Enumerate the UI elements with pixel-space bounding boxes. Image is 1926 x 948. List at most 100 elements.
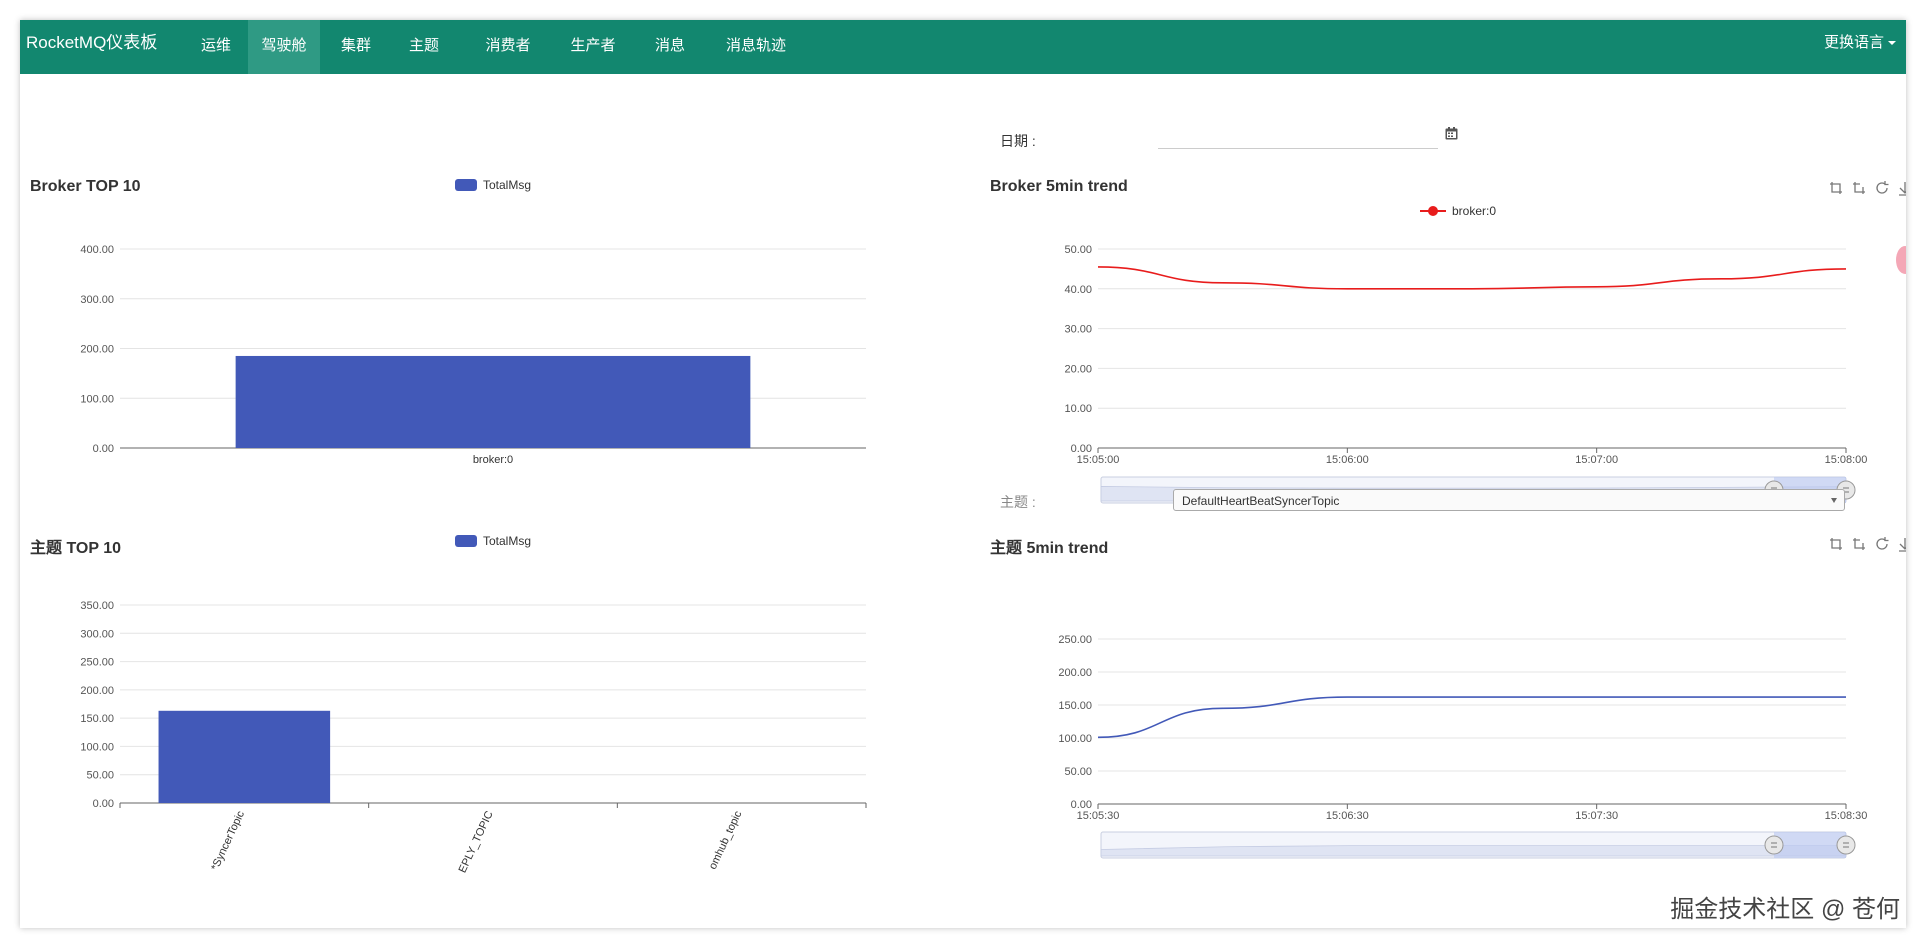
nav-item-producer[interactable]: 生产者 xyxy=(553,20,633,74)
x-tick-label: 15:05:00 xyxy=(1077,454,1120,466)
zoom-reset-icon[interactable] xyxy=(1851,536,1867,552)
y-tick-label: 250.00 xyxy=(80,657,114,669)
save-image-icon[interactable] xyxy=(1897,536,1906,552)
topic-top10-title: 主题 TOP 10 xyxy=(30,540,122,557)
x-tick-label: 15:07:30 xyxy=(1575,810,1618,822)
data-point xyxy=(1595,695,1599,699)
data-zoom-window xyxy=(1774,832,1846,858)
data-zoom-handle xyxy=(1764,835,1784,855)
x-tick-label: 15:08:00 xyxy=(1825,454,1868,466)
bar xyxy=(235,355,751,448)
broker-top10-legend[interactable]: TotalMsg xyxy=(455,178,531,192)
y-tick-label: 150.00 xyxy=(80,713,114,725)
series-line xyxy=(1097,266,1847,290)
y-tick-label: 100.00 xyxy=(80,741,114,753)
x-tick-label: EPLY_TOPIC xyxy=(457,809,496,875)
data-point xyxy=(1470,287,1474,291)
data-point xyxy=(1221,706,1225,710)
data-point xyxy=(1595,285,1599,289)
nav-item-cluster[interactable]: 集群 xyxy=(320,20,392,74)
nav-item-dashboard[interactable]: 驾驶舱 xyxy=(248,20,320,74)
restore-icon[interactable] xyxy=(1874,180,1890,196)
data-point xyxy=(1844,695,1848,699)
y-tick-label: 100.00 xyxy=(80,393,114,405)
nav-item-consumer[interactable]: 消费者 xyxy=(468,20,548,74)
data-point xyxy=(1345,287,1349,291)
y-tick-label: 0.00 xyxy=(93,798,114,810)
broker-trend-title: Broker 5min trend xyxy=(990,178,1128,195)
y-tick-label: 100.00 xyxy=(1058,733,1092,745)
nav-item-topic[interactable]: 主题 xyxy=(388,20,460,74)
data-point xyxy=(1345,695,1349,699)
x-tick-label: 15:07:00 xyxy=(1575,454,1618,466)
y-tick-label: 300.00 xyxy=(80,628,114,640)
legend-swatch xyxy=(455,179,477,191)
nav-item-message-trace[interactable]: 消息轨迹 xyxy=(710,20,802,74)
y-tick-label: 400.00 xyxy=(80,244,114,256)
watermark: 掘金技术社区 @ 苍何 xyxy=(1670,896,1900,923)
zoom-icon[interactable] xyxy=(1828,180,1844,196)
topic-top10-legend[interactable]: TotalMsg xyxy=(455,534,531,548)
broker-trend-legend[interactable]: broker:0 xyxy=(1420,204,1496,218)
y-tick-label: 30.00 xyxy=(1064,324,1092,336)
data-point xyxy=(1844,267,1848,271)
nav-item-message[interactable]: 消息 xyxy=(634,20,706,74)
y-tick-label: 10.00 xyxy=(1064,403,1092,415)
legend-line-marker xyxy=(1420,205,1446,217)
y-tick-label: 50.00 xyxy=(1064,766,1092,778)
data-point xyxy=(1096,735,1100,739)
topic-trend-toolbox xyxy=(1828,536,1906,552)
y-tick-label: 0.00 xyxy=(93,443,114,455)
topic-select[interactable]: DefaultHeartBeatSyncerTopic xyxy=(1173,489,1845,511)
data-point xyxy=(1719,277,1723,281)
legend-label: TotalMsg xyxy=(483,178,532,192)
topic-select-value: DefaultHeartBeatSyncerTopic xyxy=(1182,494,1340,508)
date-input[interactable] xyxy=(1158,116,1438,149)
topic-trend-title: 主题 5min trend xyxy=(990,540,1109,557)
save-image-icon[interactable] xyxy=(1897,180,1906,196)
calendar-icon[interactable] xyxy=(1445,127,1458,140)
legend-label: TotalMsg xyxy=(483,534,532,548)
restore-icon[interactable] xyxy=(1874,536,1890,552)
language-label: 更换语言 xyxy=(1823,34,1884,51)
y-tick-label: 350.00 xyxy=(80,600,114,612)
y-tick-label: 250.00 xyxy=(1058,634,1092,646)
x-tick-label: 15:06:00 xyxy=(1326,454,1369,466)
x-tick-label: 15:08:30 xyxy=(1825,810,1868,822)
y-tick-label: 200.00 xyxy=(1058,667,1092,679)
caret-down-icon xyxy=(1888,41,1896,46)
y-tick-label: 200.00 xyxy=(80,685,114,697)
data-zoom-shadow xyxy=(1100,845,1847,857)
nav-item-ops[interactable]: 运维 xyxy=(180,20,252,74)
x-tick-label: broker:0 xyxy=(473,454,513,466)
x-tick-label: *SyncerTopic xyxy=(209,809,247,873)
data-point xyxy=(1221,281,1225,285)
data-point xyxy=(1470,695,1474,699)
legend-swatch xyxy=(455,535,477,547)
topic-top10-chart: 0.00 50.00 100.00 150.00 200.00 250.00 300.00 3… xyxy=(80,600,867,875)
x-tick-label: omhub_topic xyxy=(707,809,745,872)
legend-label: broker:0 xyxy=(1452,204,1497,218)
y-tick-label: 300.00 xyxy=(80,294,114,306)
zoom-icon[interactable] xyxy=(1828,536,1844,552)
y-tick-label: 50.00 xyxy=(1064,244,1092,256)
broker-top10-chart: 0.00 100.00 200.00 300.00 400.00 broker:0 xyxy=(80,244,866,466)
bar xyxy=(158,710,331,803)
app-window: RocketMQ仪表板 运维 驾驶舱 集群 主题 消费者 生产者 消息 消息轨迹… xyxy=(20,20,1906,928)
chevron-down-icon xyxy=(1831,498,1837,503)
topic-label: 主题 : xyxy=(1000,494,1036,510)
x-tick-label: 15:06:30 xyxy=(1326,810,1369,822)
topic-trend-chart: 0.0050.00100.00150.00200.00250.0015:05:3… xyxy=(1058,634,1868,859)
broker-top10-title: Broker TOP 10 xyxy=(30,178,141,195)
zoom-reset-icon[interactable] xyxy=(1851,180,1867,196)
y-tick-label: 40.00 xyxy=(1064,284,1092,296)
broker-trend-toolbox xyxy=(1828,180,1906,196)
brand-logo[interactable]: RocketMQ仪表板 xyxy=(26,20,157,74)
top-navbar: RocketMQ仪表板 运维 驾驶舱 集群 主题 消费者 生产者 消息 消息轨迹… xyxy=(20,20,1906,74)
data-point xyxy=(1096,265,1100,269)
y-tick-label: 150.00 xyxy=(1058,700,1092,712)
y-tick-label: 200.00 xyxy=(80,344,114,356)
y-tick-label: 20.00 xyxy=(1064,363,1092,375)
data-point xyxy=(1719,695,1723,699)
language-dropdown[interactable]: 更换语言 xyxy=(1824,20,1896,74)
